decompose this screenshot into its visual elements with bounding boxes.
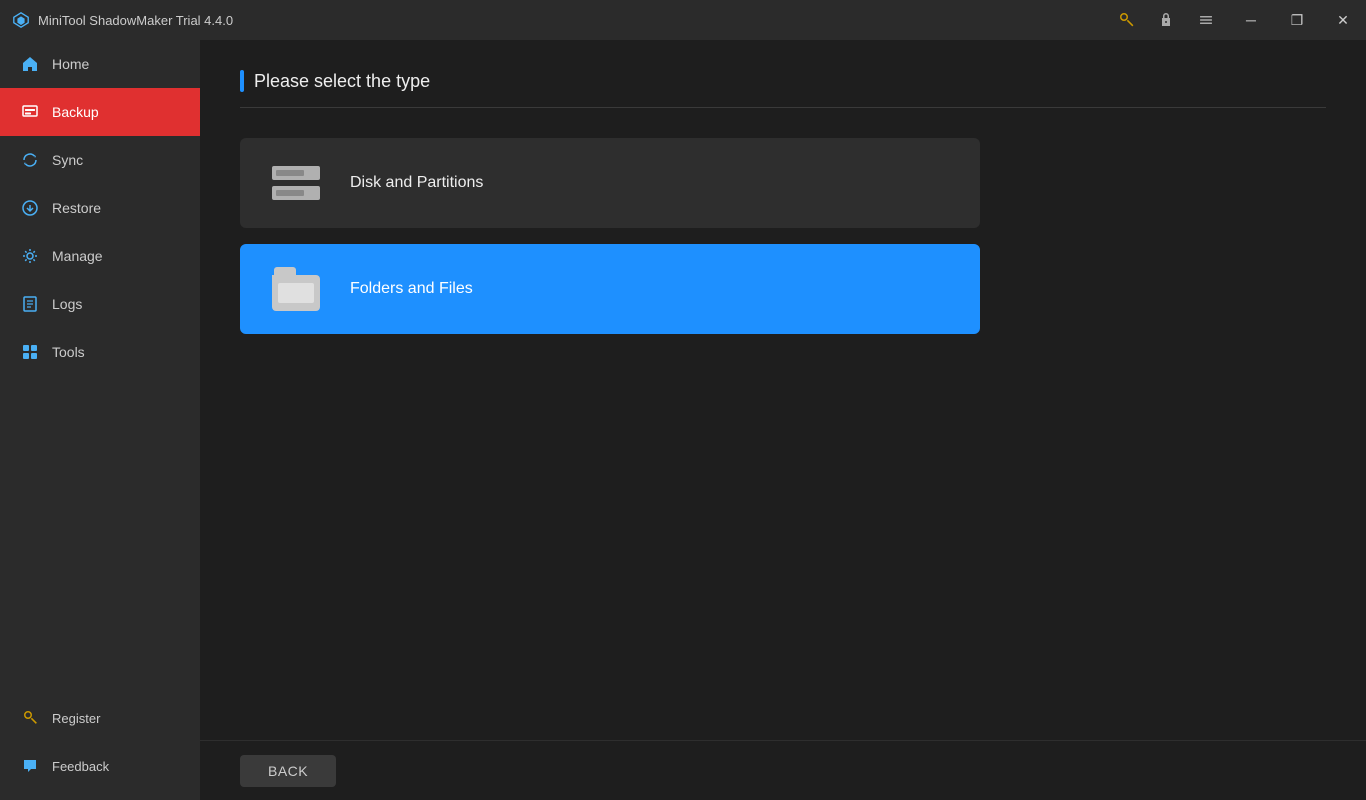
restore-button[interactable]: ❐ [1274, 0, 1320, 40]
sidebar-bottom: Register Feedback [0, 694, 200, 800]
folders-files-label: Folders and Files [350, 280, 473, 298]
titlebar-controls: ─ ❐ ✕ [1108, 0, 1366, 40]
app-layout: Home Backup Sync Restore [0, 40, 1366, 800]
folder-body [272, 275, 320, 311]
disk-bar-1 [272, 166, 320, 180]
disk-bar-2 [272, 186, 320, 200]
disk-bar-inner-2 [276, 190, 304, 196]
app-logo: MiniTool ShadowMaker Trial 4.4.0 [12, 11, 233, 29]
disk-icon [272, 163, 320, 203]
main-content: Please select the type Disk and Partitio… [200, 40, 1366, 800]
feedback-icon [20, 756, 40, 776]
sidebar-label-feedback: Feedback [52, 759, 109, 774]
sidebar-label-restore: Restore [52, 200, 101, 216]
toolbar-lock-icon[interactable] [1148, 0, 1184, 40]
sidebar-item-register[interactable]: Register [0, 694, 200, 742]
disk-partitions-label: Disk and Partitions [350, 174, 483, 192]
home-icon [20, 54, 40, 74]
app-logo-icon [12, 11, 30, 29]
toolbar-key-icon[interactable] [1108, 0, 1144, 40]
sidebar-label-logs: Logs [52, 296, 82, 312]
folder-body-inner [278, 283, 314, 303]
close-button[interactable]: ✕ [1320, 0, 1366, 40]
sidebar-item-backup[interactable]: Backup [0, 88, 200, 136]
folders-files-option[interactable]: Folders and Files [240, 244, 980, 334]
tools-icon [20, 342, 40, 362]
sidebar-item-tools[interactable]: Tools [0, 328, 200, 376]
sidebar: Home Backup Sync Restore [0, 40, 200, 800]
bottom-bar: BACK [200, 740, 1366, 800]
backup-icon [20, 102, 40, 122]
titlebar: MiniTool ShadowMaker Trial 4.4.0 ─ ❐ ✕ [0, 0, 1366, 40]
manage-icon [20, 246, 40, 266]
sync-icon [20, 150, 40, 170]
logs-icon [20, 294, 40, 314]
sidebar-item-home[interactable]: Home [0, 40, 200, 88]
toolbar-menu-icon[interactable] [1188, 0, 1224, 40]
register-icon [20, 708, 40, 728]
sidebar-label-manage: Manage [52, 248, 103, 264]
app-title: MiniTool ShadowMaker Trial 4.4.0 [38, 13, 233, 28]
folder-icon [272, 267, 320, 311]
sidebar-label-backup: Backup [52, 104, 99, 120]
sidebar-label-home: Home [52, 56, 89, 72]
page-title: Please select the type [240, 70, 1326, 108]
disk-partitions-option[interactable]: Disk and Partitions [240, 138, 980, 228]
folder-tab [274, 267, 296, 275]
back-button[interactable]: BACK [240, 755, 336, 787]
content-area: Please select the type Disk and Partitio… [200, 40, 1366, 740]
sidebar-label-sync: Sync [52, 152, 83, 168]
sidebar-label-tools: Tools [52, 344, 85, 360]
minimize-button[interactable]: ─ [1228, 0, 1274, 40]
sidebar-item-manage[interactable]: Manage [0, 232, 200, 280]
sidebar-label-register: Register [52, 711, 100, 726]
disk-bar-inner-1 [276, 170, 304, 176]
sidebar-item-sync[interactable]: Sync [0, 136, 200, 184]
sidebar-item-restore[interactable]: Restore [0, 184, 200, 232]
sidebar-item-logs[interactable]: Logs [0, 280, 200, 328]
sidebar-item-feedback[interactable]: Feedback [0, 742, 200, 790]
restore-icon [20, 198, 40, 218]
